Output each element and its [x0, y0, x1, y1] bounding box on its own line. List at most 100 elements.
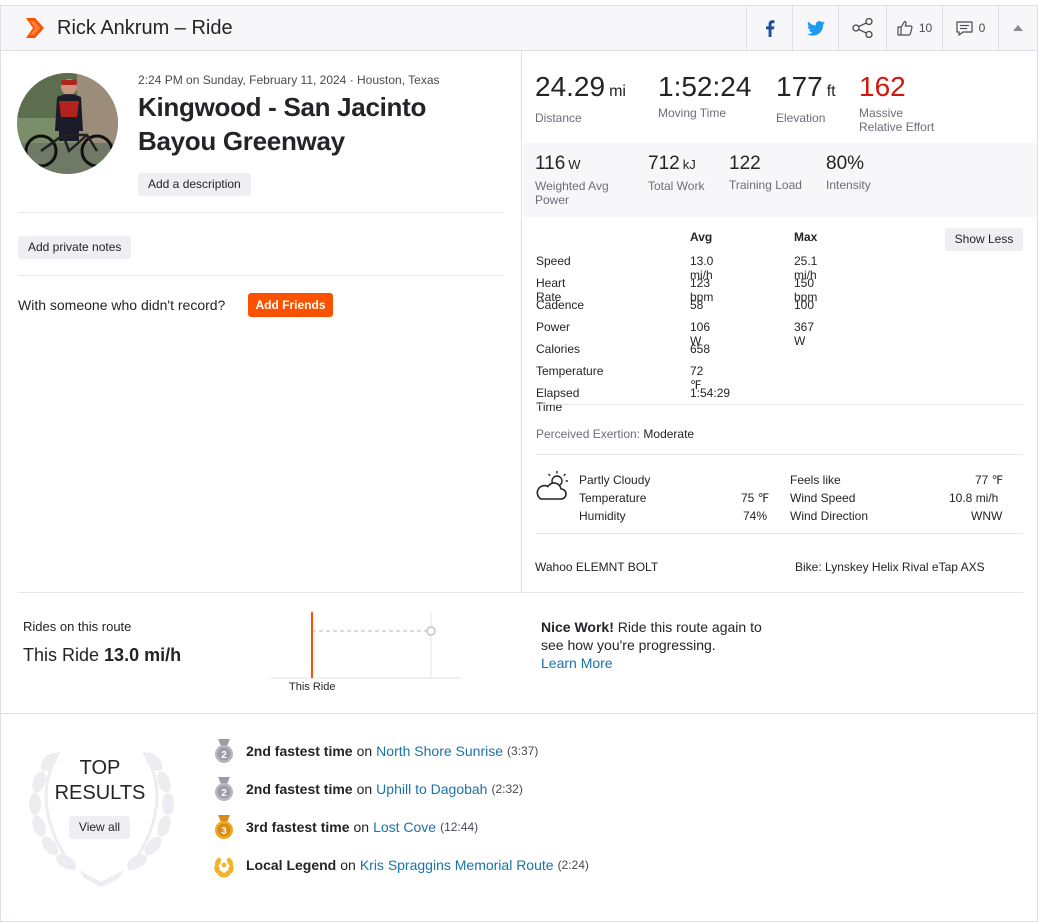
page-title: Rick Ankrum – Ride [57, 17, 233, 39]
stat-unit: ft [826, 83, 836, 100]
achievement-rank: 2nd fastest time [246, 781, 353, 797]
divider [18, 212, 504, 213]
divider [536, 533, 1023, 534]
show-less-button[interactable]: Show Less [945, 228, 1023, 251]
avatar-photo [17, 73, 118, 174]
section-divider [1, 713, 1037, 714]
achievement-item: 2 2nd fastest time on North Shore Sunrise… [213, 737, 538, 765]
stat-value: 80% [826, 153, 865, 174]
column-header-avg: Avg [690, 230, 713, 244]
local-legend-laurel-icon [214, 857, 234, 878]
stat-value: 1:52:24 [658, 71, 752, 102]
segment-time: (2:32) [491, 782, 523, 796]
achievement-rank: 2nd fastest time [246, 743, 353, 759]
kudos-button[interactable]: 10 [886, 6, 942, 50]
weather-wind-direction-value: WNW [971, 509, 1003, 523]
view-all-button[interactable]: View all [69, 816, 130, 839]
row-label: Calories [536, 342, 581, 356]
segment-link[interactable]: North Shore Sunrise [376, 743, 503, 759]
divider [536, 454, 1023, 455]
collapse-button[interactable] [998, 6, 1037, 50]
partly-cloudy-icon [536, 471, 568, 500]
facebook-share-button[interactable] [746, 6, 792, 50]
weather-wind-direction-label: Wind Direction [790, 509, 869, 523]
nice-work-message: Nice Work! Ride this route again to see … [541, 618, 781, 672]
comments-button[interactable]: 0 [942, 6, 998, 50]
weather-feels-like-value: 77 ℉ [975, 473, 1004, 487]
weather-wind-speed-label: Wind Speed [790, 491, 856, 505]
svg-text:2: 2 [221, 750, 227, 761]
bronze-medal-icon: 3 [215, 815, 233, 839]
stat-value: 177 [776, 71, 823, 102]
facebook-icon [765, 19, 774, 37]
this-ride-value: 13.0 mi/h [104, 645, 182, 665]
stat-label: Weighted Avg Power [535, 179, 609, 207]
weather-condition: Partly Cloudy [579, 473, 651, 487]
twitter-share-button[interactable] [792, 6, 838, 50]
row-label: Power [536, 320, 571, 334]
weather-temperature-value: 75 ℉ [741, 491, 770, 505]
activity-card: Rick Ankrum – Ride 10 0 2:24 PM on Sunda… [0, 5, 1038, 922]
divider [18, 275, 504, 276]
row-avg: 1:54:29 [690, 386, 731, 400]
row-max: 367 W [794, 320, 815, 348]
column-divider [521, 51, 522, 592]
learn-more-link[interactable]: Learn More [541, 655, 613, 671]
stat-moving-time: 1:52:24 Moving Time [658, 71, 752, 121]
stat-label: Intensity [826, 178, 871, 192]
row-label: Speed [536, 254, 571, 268]
stat-value: 712 [648, 153, 680, 174]
stat-elevation: 177 ft Elevation [776, 71, 836, 126]
top-results-line1: TOP [79, 757, 121, 779]
achievement-on: on [356, 781, 373, 797]
add-description-button[interactable]: Add a description [138, 173, 251, 196]
share-button[interactable] [838, 6, 886, 50]
weather-feels-like-label: Feels like [790, 473, 841, 487]
bike-name[interactable]: Bike: Lynskey Helix Rival eTap AXS [795, 560, 985, 574]
stat-total-work: 712 kJ Total Work [648, 153, 704, 193]
activity-title: Kingwood - San Jacinto Bayou Greenway [138, 92, 427, 156]
stat-label: Training Load [729, 178, 802, 192]
stat-unit: mi [609, 83, 626, 100]
segment-link[interactable]: Kris Spraggins Memorial Route [360, 857, 554, 873]
device-name: Wahoo ELEMNT BOLT [535, 560, 659, 574]
segment-link[interactable]: Uphill to Dagobah [376, 781, 487, 797]
segment-time: (3:37) [507, 744, 539, 758]
stat-training-load: 122 Training Load [729, 153, 802, 192]
strava-chevron-icon [26, 18, 44, 38]
stat-intensity: 80% Intensity [826, 153, 871, 192]
top-results-line2: RESULTS [54, 782, 146, 804]
row-avg: 658 [690, 342, 711, 356]
stat-value: 24.29 [535, 71, 606, 102]
stat-label: Moving Time [658, 106, 727, 120]
athlete-avatar[interactable] [17, 73, 118, 174]
weather-wind-speed-value: 10.8 mi/h [949, 491, 999, 505]
stat-value: 162 [859, 71, 906, 102]
svg-text:3: 3 [221, 826, 227, 837]
share-icon [851, 18, 873, 38]
caret-up-icon [1013, 25, 1023, 31]
silver-medal-icon: 2 [215, 739, 233, 763]
chart-point[interactable] [426, 626, 436, 636]
stat-relative-effort[interactable]: 162 Massive Relative Effort [859, 71, 934, 135]
perceived-exertion: Perceived Exertion: Moderate [536, 427, 694, 441]
segment-time: (2:24) [557, 858, 589, 872]
achievement-rank: 3rd fastest time [246, 819, 350, 835]
kudos-count: 10 [918, 21, 933, 35]
row-avg: 58 [690, 298, 704, 312]
segment-link[interactable]: Lost Cove [373, 819, 436, 835]
stat-value: 116 [535, 153, 566, 174]
stat-weighted-power: 116 W Weighted Avg Power [535, 153, 609, 207]
add-friends-button[interactable]: Add Friends [248, 293, 333, 317]
divider [536, 404, 1023, 405]
divider [18, 592, 1023, 593]
add-private-notes-button[interactable]: Add private notes [18, 236, 132, 259]
exertion-label: Perceived Exertion: [536, 427, 641, 441]
achievement-item: 3 3rd fastest time on Lost Cove (12:44) [213, 813, 478, 841]
activity-meta: 2:24 PM on Sunday, February 11, 2024 · H… [138, 73, 440, 87]
route-this-ride: This Ride 13.0 mi/h [23, 645, 181, 666]
exertion-value: Moderate [643, 427, 695, 441]
this-ride-label: This Ride [23, 645, 100, 665]
nice-work-heading: Nice Work! [541, 619, 614, 635]
row-label: Elapsed Time [536, 386, 580, 414]
